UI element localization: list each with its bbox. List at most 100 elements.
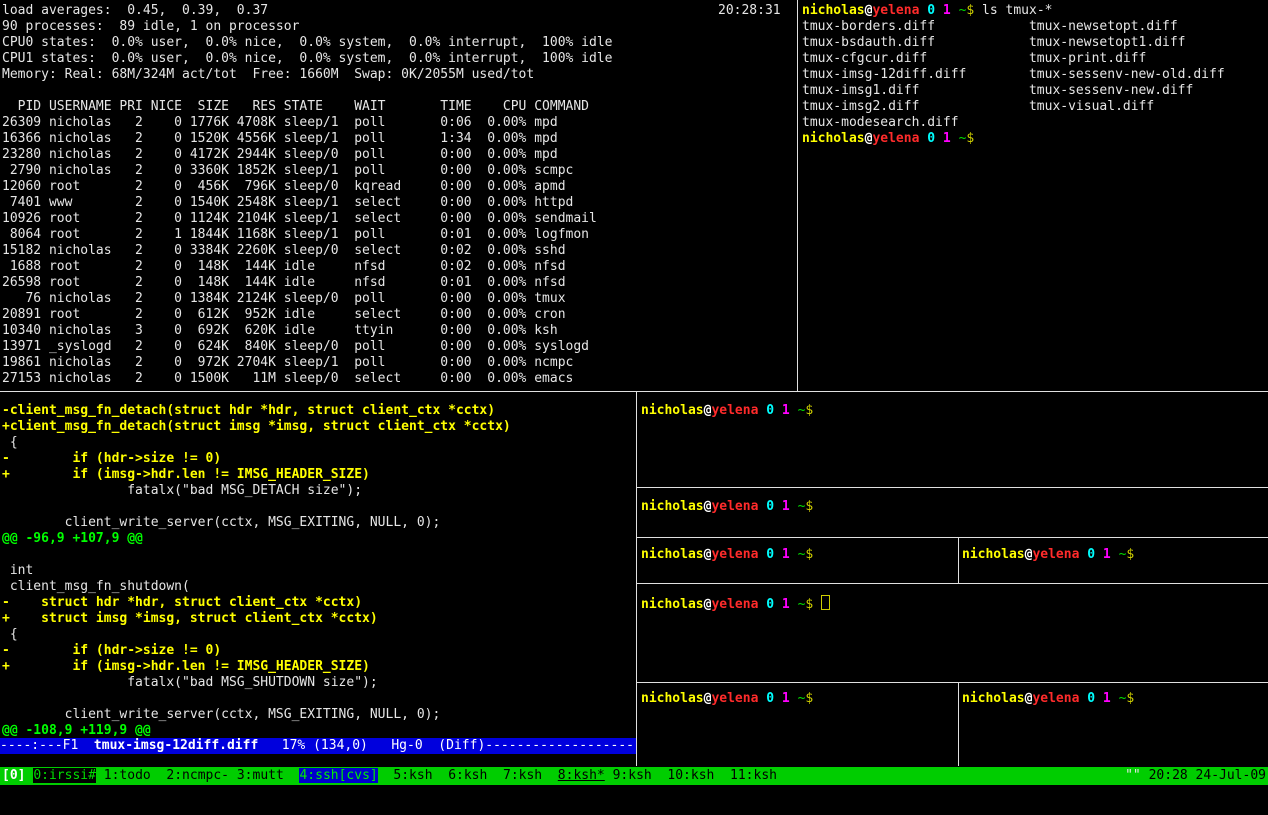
text-run [951,131,959,146]
text-run: 23280 nicholas 2 0 4172K 2944K sleep/0 p… [2,147,558,162]
text-run: 15182 nicholas 2 0 3384K 2260K sleep/0 s… [2,243,566,258]
window-3-mutt[interactable]: 3:mutt [237,768,284,783]
text-run: tmux-imsg-12diff.diff tmux-sessenv-new-o… [802,67,1225,82]
shell-prompt: nicholas@yelena 0 1 ~$ [637,538,958,563]
window-7-ksh[interactable]: 7:ksh [503,768,542,783]
window-10-ksh[interactable]: 10:ksh [667,768,714,783]
text-run: tmux-bsdauth.diff tmux-newsetopt1.diff [802,35,1186,50]
separator [229,768,237,783]
text-run: 76 nicholas 2 0 1384K 2124K sleep/0 poll… [2,291,566,306]
window-5-ksh[interactable]: 5:ksh [393,768,432,783]
text-run: @@ -96,9 +107,9 @@ [2,531,143,546]
pane-shell-ls[interactable]: nicholas@yelena 0 1 ~$ ls tmux-* tmux-bo… [798,0,1268,391]
text-run: + struct imsg *imsg, struct client_ctx *… [2,611,378,626]
text-run: 27153 nicholas 2 0 1500K 11M sleep/0 sel… [2,371,573,386]
text-run: ls tmux-* [974,3,1052,18]
text-run [1111,691,1119,706]
text-run [790,597,798,612]
shell-prompt: nicholas@yelena 0 1 ~$ [959,538,1268,563]
separator [96,768,104,783]
shell-prompt: nicholas@yelena 0 1 ~$ [637,488,1268,515]
text-run: client_msg_fn_shutdown( [2,579,190,594]
tmux-status-bar: [0] 0:irssi# 1:todo 2:ncmpc- 3:mutt 4:ss… [0,767,1268,785]
separator [433,768,449,783]
text-run [790,547,798,562]
separator [542,768,558,783]
text-run: yelena [711,547,758,562]
pane-border-horizontal-2 [637,537,1268,538]
window-1-todo[interactable]: 1:todo [104,768,151,783]
shell-prompt: nicholas@yelena 0 1 ~$ [637,683,958,707]
text-run: PID USERNAME PRI NICE SIZE RES STATE WAI… [2,99,589,114]
text-run: 10340 nicholas 3 0 692K 620K idle ttyin … [2,323,558,338]
window-4-ssh[interactable]: 4:ssh[cvs] [299,768,377,783]
session-name: [0] [2,768,33,783]
pane-shell-1[interactable]: nicholas@yelena 0 1 ~$ [637,392,1268,487]
status-window-list: [0] 0:irssi# 1:todo 2:ncmpc- 3:mutt 4:ss… [2,768,777,784]
pane-shell-5[interactable]: nicholas@yelena 0 1 ~$ [637,683,958,766]
text-run: 0 [766,499,774,514]
text-run [774,499,782,514]
text-run: $ [805,403,813,418]
pane-shell-4[interactable]: nicholas@yelena 0 1 ~$ [959,538,1268,583]
text-run: $ [1126,547,1134,562]
text-run: Memory: Real: 68M/324M act/tot Free: 166… [2,67,534,82]
window-8-ksh-active[interactable]: 8:ksh* [558,768,605,783]
text-run: 26309 nicholas 2 0 1776K 4708K sleep/1 p… [2,115,558,130]
shell-prompt: nicholas@yelena 0 1 ~$ [637,392,1268,419]
shell-prompt: nicholas@yelena 0 1 ~$ [637,584,1268,613]
emacs-modeline: ----:---F1 tmux-imsg-12diff.diff 17% (13… [0,738,636,754]
text-run: nicholas [641,547,704,562]
pane-shell-active[interactable]: nicholas@yelena 0 1 ~$ [637,584,1268,682]
pane-top-command[interactable]: load averages: 0.45, 0.39, 0.37 90 proce… [0,0,796,391]
text-run: 1 [782,597,790,612]
modeline-filler: ------------------- [485,738,634,753]
text-run: yelena [711,691,758,706]
status-right: "" 20:28 24-Jul-09 [1125,768,1266,784]
text-run: - if (hdr->size != 0) [2,451,221,466]
text-run [774,547,782,562]
text-run: fatalx("bad MSG_SHUTDOWN size"); [2,675,378,690]
top-clock: 20:28:31 [718,3,781,19]
text-run: tmux-imsg1.diff tmux-sessenv-new.diff [802,83,1193,98]
text-run [1111,547,1119,562]
text-run: 20891 root 2 0 612K 952K idle select 0:0… [2,307,566,322]
separator [284,768,300,783]
text-run: 0 [1087,691,1095,706]
window-9-ksh[interactable]: 9:ksh [613,768,652,783]
text-run: nicholas [641,403,704,418]
text-run: @@ -108,9 +119,9 @@ [2,723,151,738]
text-run: $ [1126,691,1134,706]
text-run: yelena [711,499,758,514]
pane-shell-6[interactable]: nicholas@yelena 0 1 ~$ [959,683,1268,766]
text-run: + if (imsg->hdr.len != IMSG_HEADER_SIZE) [2,659,370,674]
pane-border-horizontal-4 [637,682,1268,683]
text-run: CPU0 states: 0.0% user, 0.0% nice, 0.0% … [2,35,612,50]
shell-prompt: nicholas@yelena 0 1 ~$ [959,683,1268,707]
window-2-ncmpc[interactable]: 2:ncmpc- [166,768,229,783]
pane-shell-2[interactable]: nicholas@yelena 0 1 ~$ [637,488,1268,537]
pane-border-vertical-split-1 [958,538,959,583]
text-run: + if (imsg->hdr.len != IMSG_HEADER_SIZE) [2,467,370,482]
text-run: 16366 nicholas 2 0 1520K 4556K sleep/1 p… [2,131,558,146]
window-0-irssi[interactable]: 0:irssi# [33,768,96,783]
text-run: nicholas [641,597,704,612]
text-run: 13971 _syslogd 2 0 624K 840K sleep/0 pol… [2,339,589,354]
separator [151,768,167,783]
terminal-cursor [821,595,830,610]
text-run [790,691,798,706]
separator [605,768,613,783]
text-run: 0 [927,131,935,146]
text-run [790,499,798,514]
pane-emacs-diff[interactable]: -client_msg_fn_detach(struct hdr *hdr, s… [0,392,636,766]
top-output-text: load averages: 0.45, 0.39, 0.37 90 proce… [0,0,796,387]
text-run: load averages: 0.45, 0.39, 0.37 [2,3,268,18]
pane-shell-3[interactable]: nicholas@yelena 0 1 ~$ [637,538,958,583]
text-run: int [2,563,33,578]
window-6-ksh[interactable]: 6:ksh [448,768,487,783]
text-run: 1 [782,691,790,706]
pane-border-vertical-top [797,0,798,391]
window-11-ksh[interactable]: 11:ksh [730,768,777,783]
text-run: tmux-borders.diff tmux-newsetopt.diff [802,19,1178,34]
text-run: nicholas [641,499,704,514]
